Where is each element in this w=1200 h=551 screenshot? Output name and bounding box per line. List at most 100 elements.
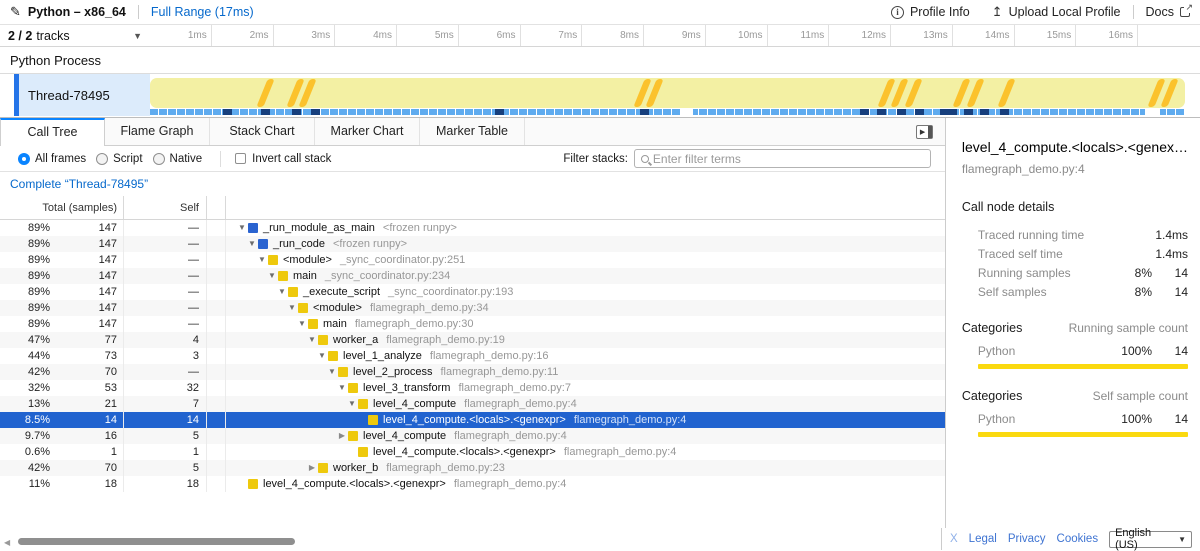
table-row[interactable]: 89%147—▼<module>flamegraph_demo.py:34 — [0, 300, 945, 316]
table-row[interactable]: 8.5%1414level_4_compute.<locals>.<genexp… — [0, 412, 945, 428]
sample-strip[interactable] — [150, 109, 1185, 115]
table-row[interactable]: 42%705▶worker_bflamegraph_demo.py:23 — [0, 460, 945, 476]
call-node[interactable]: ▼<module>_sync_coordinator.py:251 — [226, 252, 945, 268]
expander-open-icon[interactable]: ▼ — [256, 252, 268, 268]
full-range-link[interactable]: Full Range (17ms) — [151, 5, 254, 19]
footer-close-link[interactable]: X — [950, 533, 958, 545]
radio-native[interactable] — [153, 153, 165, 165]
detail-value: 1.4ms — [1152, 247, 1188, 261]
self-samples: 3 — [124, 348, 207, 364]
tab-marker-table[interactable]: Marker Table — [420, 118, 525, 145]
edit-pencil-icon[interactable]: ✎ — [10, 4, 21, 20]
radio-all-frames[interactable] — [18, 153, 30, 165]
call-node[interactable]: ▼level_3_transformflamegraph_demo.py:7 — [226, 380, 945, 396]
activity-band[interactable] — [150, 78, 1185, 108]
table-row[interactable]: 89%147—▼mainflamegraph_demo.py:30 — [0, 316, 945, 332]
scrollbar-thumb[interactable] — [18, 538, 295, 545]
expander-open-icon[interactable]: ▼ — [336, 380, 348, 396]
divider — [138, 5, 139, 19]
expander-open-icon[interactable]: ▼ — [246, 236, 258, 252]
tab-call-tree[interactable]: Call Tree — [0, 118, 105, 146]
tab-marker-chart[interactable]: Marker Chart — [315, 118, 420, 145]
legal-link[interactable]: Legal — [969, 533, 997, 545]
language-select[interactable]: English (US) ▼ — [1109, 531, 1192, 548]
table-row[interactable]: 0.6%11level_4_compute.<locals>.<genexpr>… — [0, 444, 945, 460]
table-row[interactable]: 42%70—▼level_2_processflamegraph_demo.py… — [0, 364, 945, 380]
call-node[interactable]: ▼<module>flamegraph_demo.py:34 — [226, 300, 945, 316]
upload-profile-button[interactable]: ↥ Upload Local Profile — [992, 4, 1121, 20]
call-node[interactable]: level_4_compute.<locals>.<genexpr>flameg… — [226, 444, 945, 460]
total-percent: 9.7% — [0, 428, 50, 444]
call-node[interactable]: ▼level_4_computeflamegraph_demo.py:4 — [226, 396, 945, 412]
call-node[interactable]: level_4_compute.<locals>.<genexpr>flameg… — [226, 412, 945, 428]
call-node[interactable]: ▼worker_aflamegraph_demo.py:19 — [226, 332, 945, 348]
table-row[interactable]: 11%1818level_4_compute.<locals>.<genexpr… — [0, 476, 945, 492]
call-node[interactable]: ▼_run_code<frozen runpy> — [226, 236, 945, 252]
expander-closed-icon[interactable]: ▶ — [336, 428, 348, 444]
call-node[interactable]: ▶level_4_computeflamegraph_demo.py:4 — [226, 428, 945, 444]
sidebar-toggle-button[interactable]: ▶ — [916, 125, 933, 139]
tab-flame-graph[interactable]: Flame Graph — [105, 118, 210, 145]
table-row[interactable]: 89%147—▼main_sync_coordinator.py:234 — [0, 268, 945, 284]
expander-closed-icon[interactable]: ▶ — [306, 460, 318, 476]
time-ruler[interactable]: 1ms2ms3ms4ms5ms6ms7ms8ms9ms10ms11ms12ms1… — [150, 25, 1200, 46]
detail-label: Running samples — [962, 266, 1108, 280]
process-track-header[interactable]: Python Process — [0, 47, 1200, 74]
invert-call-stack-label: Invert call stack — [252, 153, 331, 165]
call-node[interactable]: ▼_run_module_as_main<frozen runpy> — [226, 220, 945, 236]
filter-stacks-label: Filter stacks: — [563, 153, 628, 165]
radio-script[interactable] — [96, 153, 108, 165]
filter-stacks-input[interactable] — [653, 152, 930, 166]
col-self[interactable]: Self — [124, 196, 207, 219]
thread-track-graph[interactable] — [150, 74, 1200, 116]
call-node[interactable]: level_4_compute.<locals>.<genexpr>flameg… — [226, 476, 945, 492]
expander-open-icon[interactable]: ▼ — [236, 220, 248, 236]
table-row[interactable]: 44%733▼level_1_analyzeflamegraph_demo.py… — [0, 348, 945, 364]
call-node[interactable]: ▼level_2_processflamegraph_demo.py:11 — [226, 364, 945, 380]
col-total-samples[interactable]: Total (samples) — [0, 196, 124, 219]
call-node[interactable]: ▼mainflamegraph_demo.py:30 — [226, 316, 945, 332]
call-node[interactable]: ▼_execute_script_sync_coordinator.py:193 — [226, 284, 945, 300]
gc-sample-block — [495, 109, 504, 115]
table-row[interactable]: 32%5332▼level_3_transformflamegraph_demo… — [0, 380, 945, 396]
self-samples: — — [124, 284, 207, 300]
marker-slash-icon[interactable] — [256, 79, 274, 107]
table-row[interactable]: 13%217▼level_4_computeflamegraph_demo.py… — [0, 396, 945, 412]
profile-info-button[interactable]: i Profile Info — [891, 5, 970, 19]
thread-track[interactable]: Thread-78495 — [0, 74, 1200, 116]
expander-open-icon[interactable]: ▼ — [316, 348, 328, 364]
cookies-link[interactable]: Cookies — [1057, 533, 1099, 545]
expander-open-icon[interactable]: ▼ — [296, 316, 308, 332]
thread-track-label[interactable]: Thread-78495 — [19, 74, 150, 116]
call-node[interactable]: ▼main_sync_coordinator.py:234 — [226, 268, 945, 284]
table-row[interactable]: 47%774▼worker_aflamegraph_demo.py:19 — [0, 332, 945, 348]
file-location: flamegraph_demo.py:7 — [458, 380, 571, 396]
table-row[interactable]: 89%147—▼_execute_script_sync_coordinator… — [0, 284, 945, 300]
tab-stack-chart[interactable]: Stack Chart — [210, 118, 315, 145]
expander-open-icon[interactable]: ▼ — [346, 396, 358, 412]
expander-open-icon[interactable]: ▼ — [286, 300, 298, 316]
expander-open-icon[interactable]: ▼ — [276, 284, 288, 300]
call-node[interactable]: ▶worker_bflamegraph_demo.py:23 — [226, 460, 945, 476]
horizontal-scrollbar[interactable]: ◀ — [0, 534, 945, 550]
scroll-left-arrow-icon[interactable]: ◀ — [4, 538, 10, 547]
docs-link[interactable]: Docs — [1146, 5, 1190, 19]
invert-call-stack-checkbox[interactable] — [235, 153, 246, 164]
expander-open-icon[interactable]: ▼ — [326, 364, 338, 380]
categories-count-label: Self sample count — [1093, 389, 1188, 403]
complete-thread-link[interactable]: Complete “Thread-78495” — [10, 177, 148, 191]
expander-open-icon[interactable]: ▼ — [306, 332, 318, 348]
total-samples: 147 — [50, 220, 123, 236]
categories-header: CategoriesSelf sample count — [962, 389, 1188, 403]
table-row[interactable]: 9.7%165▶level_4_computeflamegraph_demo.p… — [0, 428, 945, 444]
table-row[interactable]: 89%147—▼_run_module_as_main<frozen runpy… — [0, 220, 945, 236]
table-row[interactable]: 89%147—▼<module>_sync_coordinator.py:251 — [0, 252, 945, 268]
tracks-dropdown[interactable]: 2 / 2 tracks ▼ — [0, 25, 150, 46]
marker-slash-icon[interactable] — [997, 79, 1015, 107]
expander-open-icon[interactable]: ▼ — [266, 268, 278, 284]
privacy-link[interactable]: Privacy — [1008, 533, 1046, 545]
table-row[interactable]: 89%147—▼_run_code<frozen runpy> — [0, 236, 945, 252]
legal-footer: X Legal Privacy Cookies English (US) ▼ — [941, 528, 1200, 550]
detail-row: Running samples8%14 — [962, 263, 1188, 282]
call-node[interactable]: ▼level_1_analyzeflamegraph_demo.py:16 — [226, 348, 945, 364]
